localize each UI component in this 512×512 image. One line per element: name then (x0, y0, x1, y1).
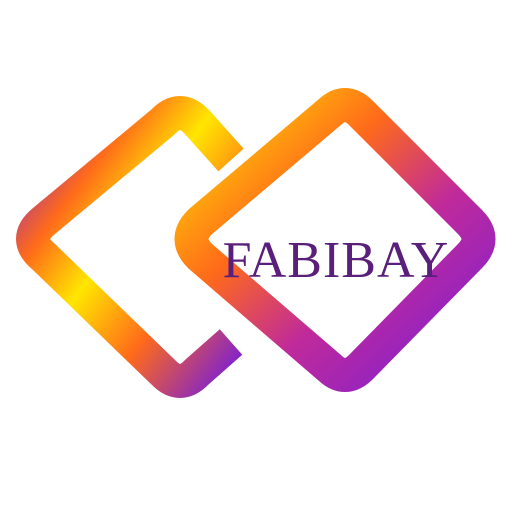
brand-wordmark: FABIBAY (223, 232, 450, 289)
logo-container: FABIBAY (0, 0, 512, 512)
fabibay-logo-mark: FABIBAY (16, 88, 496, 398)
